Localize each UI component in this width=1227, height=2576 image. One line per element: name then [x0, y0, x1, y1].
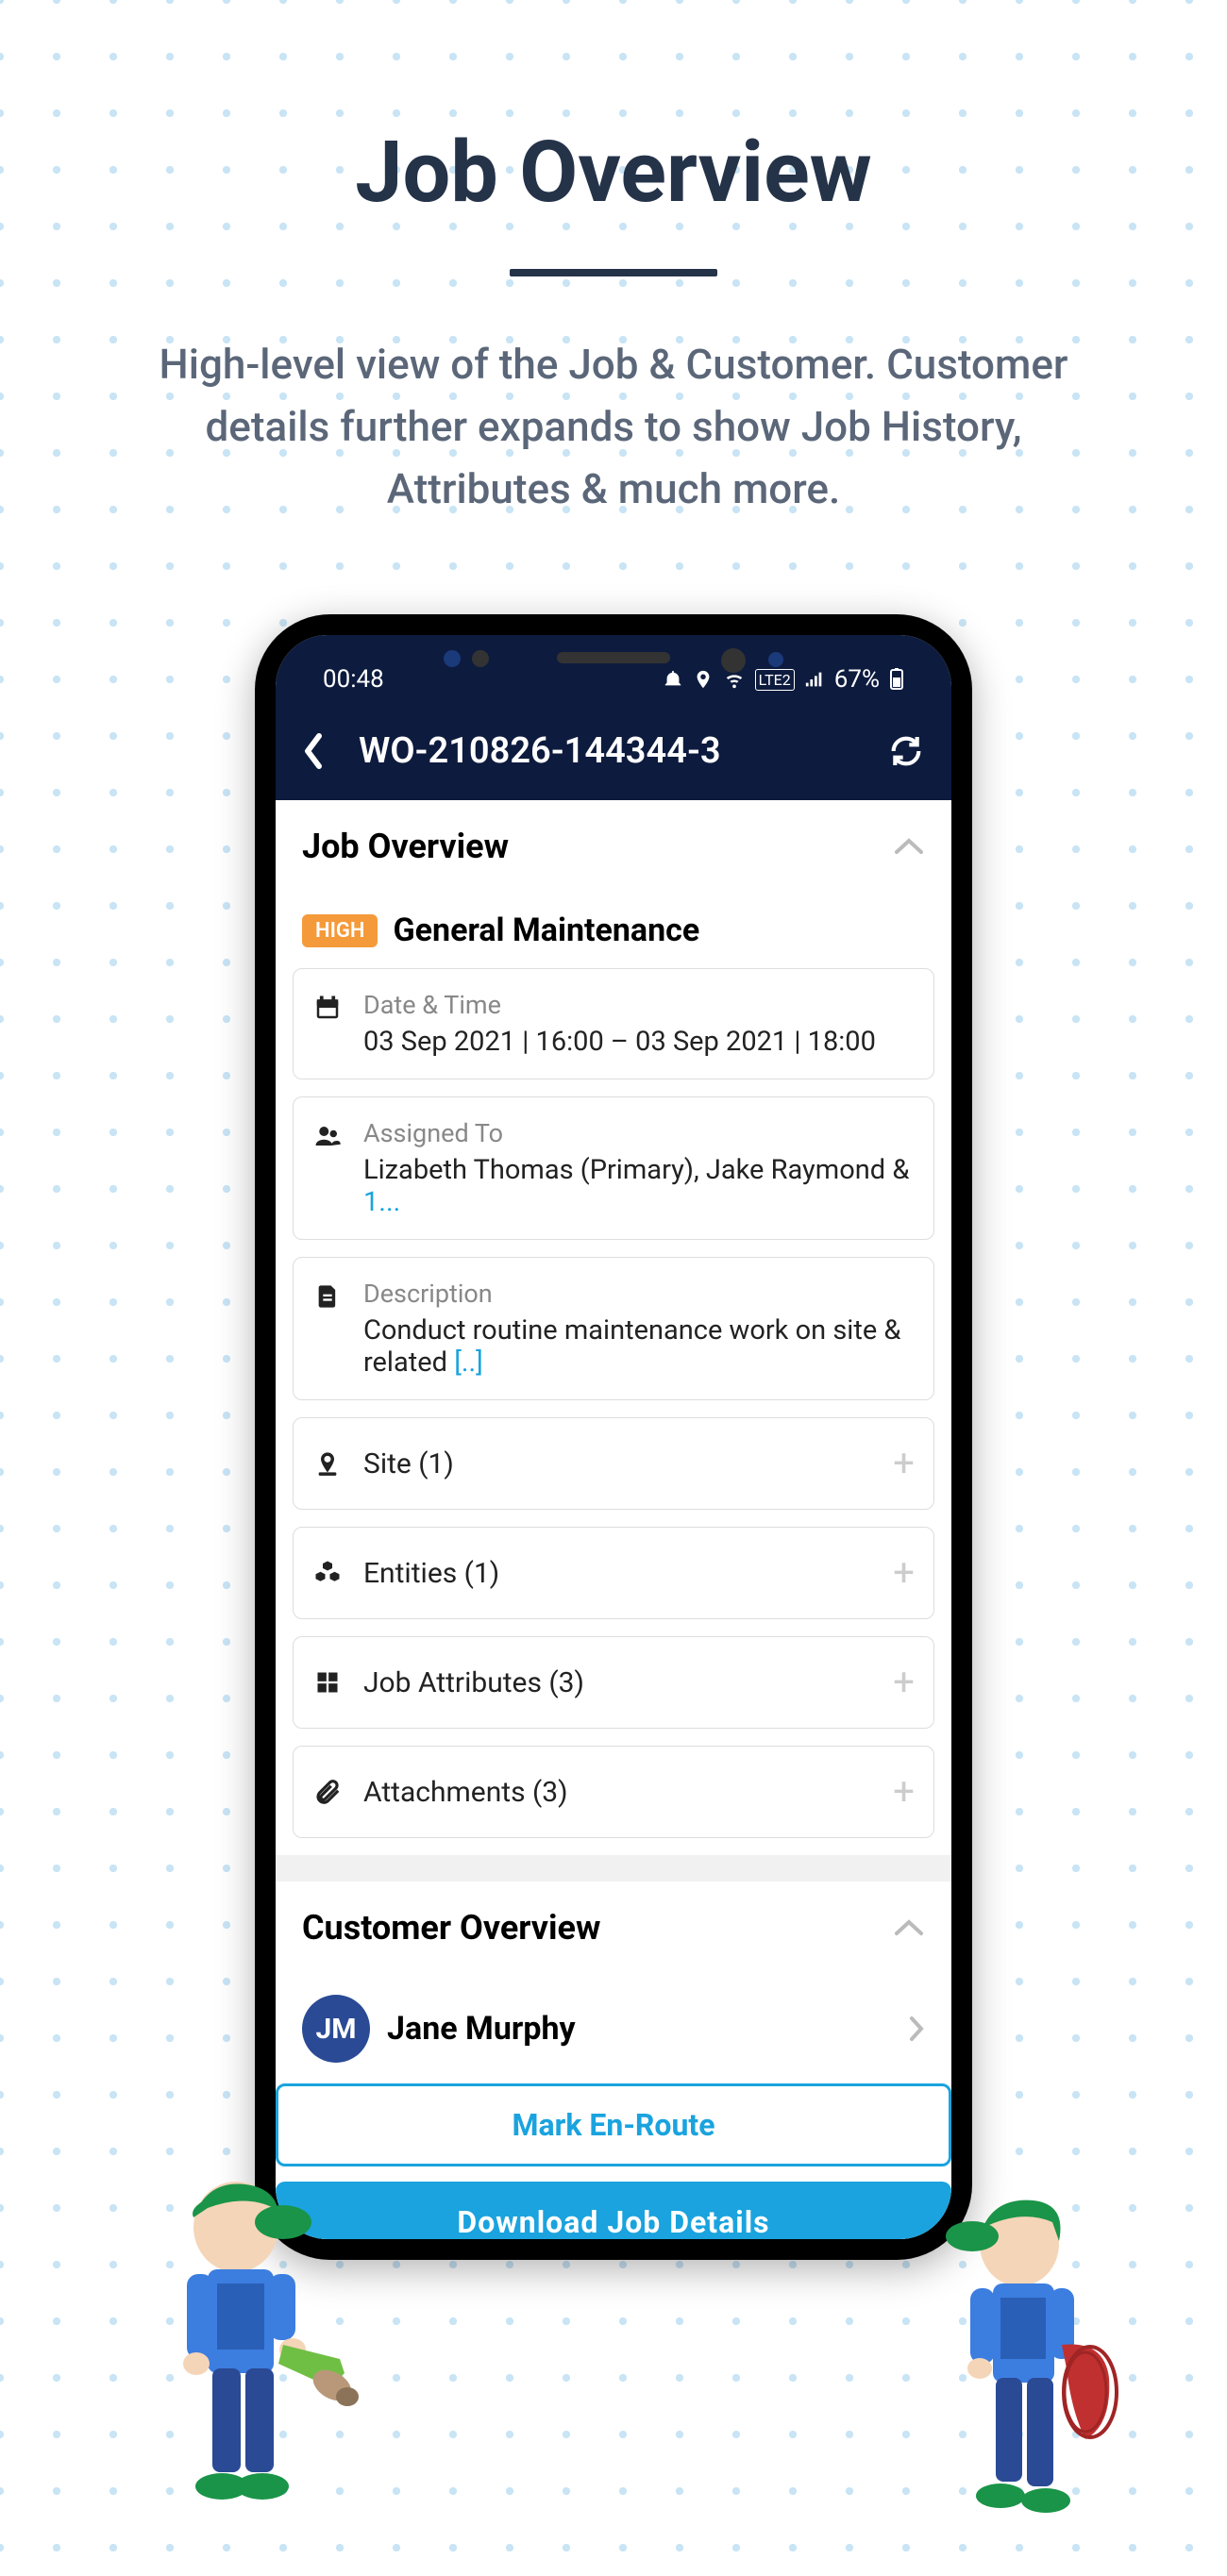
description-label: Description [363, 1279, 915, 1309]
lte-label: LTE2 [755, 669, 795, 691]
phone-frame: 00:48 LTE2 67% [255, 614, 972, 2260]
battery-percent: 67% [834, 665, 880, 694]
calendar-icon [312, 990, 343, 1022]
signal-icon [804, 669, 825, 690]
page-subtitle: High-level view of the Job & Customer. C… [142, 333, 1085, 520]
description-card: Description Conduct routine maintenance … [293, 1257, 934, 1400]
page-title: Job Overview [0, 123, 1227, 222]
plus-icon: + [893, 1554, 915, 1592]
job-overview-header[interactable]: Job Overview [276, 800, 951, 893]
assigned-to-card: Assigned To Lizabeth Thomas (Primary), J… [293, 1096, 934, 1240]
job-title-row: HIGH General Maintenance [293, 893, 934, 968]
download-job-details-button[interactable]: Download Job Details [276, 2182, 951, 2239]
mark-enroute-button[interactable]: Mark En-Route [276, 2083, 951, 2166]
plus-icon: + [893, 1664, 915, 1701]
site-label: Site (1) [363, 1447, 872, 1480]
plus-icon: + [893, 1773, 915, 1811]
document-icon [312, 1279, 343, 1311]
people-icon [312, 1118, 343, 1150]
date-time-label: Date & Time [363, 990, 915, 1020]
pin-icon [312, 1448, 343, 1479]
attributes-label: Job Attributes (3) [363, 1666, 872, 1699]
assigned-label: Assigned To [363, 1118, 915, 1148]
phone-speaker [557, 652, 670, 663]
attributes-row[interactable]: Job Attributes (3) + [293, 1636, 934, 1729]
attachments-label: Attachments (3) [363, 1776, 872, 1809]
customer-row[interactable]: JM Jane Murphy [293, 1974, 934, 2083]
status-time: 00:48 [323, 665, 384, 694]
priority-badge: HIGH [302, 914, 378, 947]
worker-illustration-right [906, 2180, 1151, 2538]
entities-label: Entities (1) [363, 1557, 872, 1590]
phone-sensor [472, 650, 489, 667]
alarm-icon [663, 669, 683, 690]
date-time-value: 03 Sep 2021 | 16:00 – 03 Sep 2021 | 18:0… [363, 1026, 915, 1058]
assigned-value: Lizabeth Thomas (Primary), Jake Raymond … [363, 1154, 915, 1218]
chevron-up-icon [893, 1918, 925, 1937]
status-indicators: LTE2 67% [663, 665, 904, 694]
refresh-button[interactable] [887, 732, 925, 770]
entities-row[interactable]: Entities (1) + [293, 1527, 934, 1619]
avatar: JM [302, 1995, 370, 2063]
grid-icon [312, 1669, 343, 1696]
section-divider [276, 1855, 951, 1882]
date-time-card: Date & Time 03 Sep 2021 | 16:00 – 03 Sep… [293, 968, 934, 1079]
chevron-up-icon [893, 837, 925, 856]
back-button[interactable] [302, 732, 340, 770]
work-order-id: WO-210826-144344-3 [359, 730, 887, 772]
paperclip-icon [312, 1778, 343, 1806]
attachments-row[interactable]: Attachments (3) + [293, 1746, 934, 1838]
assigned-more-link[interactable]: 1... [363, 1186, 400, 1218]
job-title: General Maintenance [393, 912, 699, 949]
customer-name: Jane Murphy [387, 2010, 891, 2048]
worker-illustration-left [94, 2161, 359, 2519]
phone-camera [721, 648, 746, 673]
description-value: Conduct routine maintenance work on site… [363, 1314, 915, 1379]
location-icon [693, 669, 714, 690]
plus-icon: + [893, 1445, 915, 1482]
customer-overview-title: Customer Overview [302, 1908, 600, 1948]
cubes-icon [312, 1559, 343, 1587]
title-underline [510, 269, 717, 276]
battery-icon [889, 668, 904, 691]
description-more-link[interactable]: [..] [454, 1347, 483, 1379]
chevron-right-icon [908, 2015, 925, 2043]
phone-sensor [444, 650, 461, 667]
site-row[interactable]: Site (1) + [293, 1417, 934, 1510]
app-bar: WO-210826-144344-3 [276, 701, 951, 800]
status-bar: 00:48 LTE2 67% [276, 635, 951, 701]
phone-sensor [768, 652, 783, 667]
customer-overview-header[interactable]: Customer Overview [293, 1882, 934, 1974]
job-overview-title: Job Overview [302, 827, 509, 866]
